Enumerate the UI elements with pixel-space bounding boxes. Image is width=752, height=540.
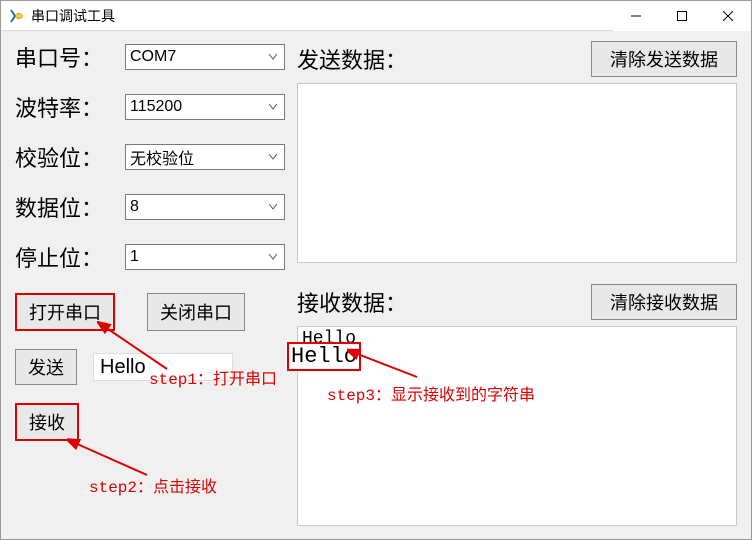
parity-label: 校验位： (15, 141, 125, 173)
annotation-step1: step1：打开串口 (149, 365, 277, 389)
chevron-down-icon (264, 47, 282, 67)
baud-label: 波特率： (15, 91, 125, 123)
databits-label: 数据位： (15, 191, 125, 223)
stopbits-value: 1 (130, 248, 139, 266)
window-controls (613, 1, 751, 31)
data-panel: 发送数据： 清除发送数据 接收数据： 清除接收数据 (297, 43, 737, 531)
stopbits-select[interactable]: 1 (125, 244, 285, 270)
close-button[interactable] (705, 1, 751, 31)
annotation-step3: step3：显示接收到的字符串 (327, 381, 535, 405)
chevron-down-icon (264, 147, 282, 167)
send-data-textarea[interactable] (297, 83, 737, 263)
stopbits-label: 停止位： (15, 241, 125, 273)
content-area: 串口号： COM7 波特率： 115200 校验位： 无校验位 (1, 31, 751, 51)
port-select[interactable]: COM7 (125, 44, 285, 70)
port-label: 串口号： (15, 41, 125, 73)
baud-select[interactable]: 115200 (125, 94, 285, 120)
port-value: COM7 (130, 48, 176, 66)
main-window: 串口调试工具 串口号： COM7 波特率： 115200 (0, 0, 752, 540)
titlebar: 串口调试工具 (1, 1, 751, 31)
recv-highlight-box: Hello (287, 342, 361, 371)
recv-data-textarea[interactable] (297, 326, 737, 526)
window-title: 串口调试工具 (31, 6, 613, 26)
databits-value: 8 (130, 198, 139, 216)
app-icon (9, 8, 25, 24)
annotation-step2: step2：点击接收 (89, 473, 217, 497)
chevron-down-icon (264, 197, 282, 217)
clear-send-button[interactable]: 清除发送数据 (591, 41, 737, 77)
clear-recv-button[interactable]: 清除接收数据 (591, 284, 737, 320)
maximize-button[interactable] (659, 1, 705, 31)
parity-value: 无校验位 (130, 145, 194, 169)
receive-button[interactable]: 接收 (15, 403, 79, 441)
send-data-label: 发送数据： (297, 43, 407, 75)
baud-value: 115200 (130, 98, 182, 116)
open-port-button[interactable]: 打开串口 (15, 293, 115, 331)
parity-select[interactable]: 无校验位 (125, 144, 285, 170)
recv-data-label: 接收数据： (297, 286, 407, 318)
send-button[interactable]: 发送 (15, 349, 77, 385)
chevron-down-icon (264, 247, 282, 267)
close-port-button[interactable]: 关闭串口 (147, 293, 245, 331)
chevron-down-icon (264, 97, 282, 117)
minimize-button[interactable] (613, 1, 659, 31)
databits-select[interactable]: 8 (125, 194, 285, 220)
